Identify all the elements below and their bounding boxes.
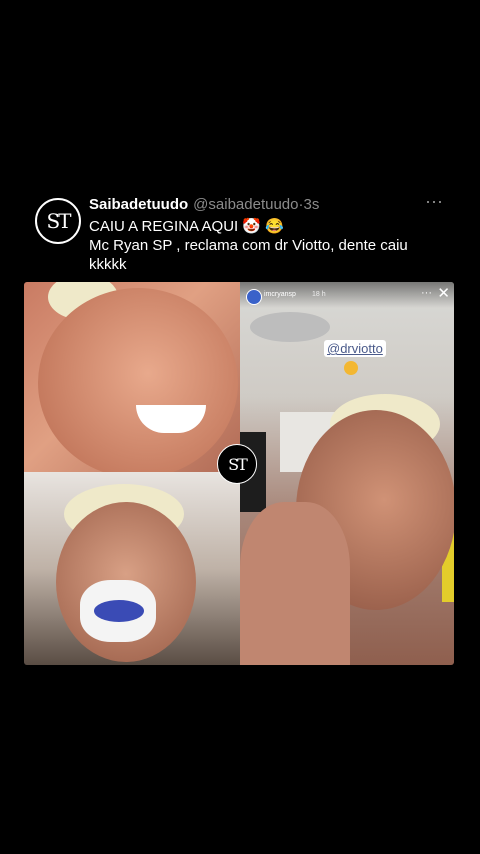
tweet-header: Saibadetuudo @saibadetuudo·3s — [89, 196, 319, 213]
display-name[interactable]: Saibadetuudo — [89, 196, 188, 213]
photo-smiling-man — [24, 282, 240, 472]
instagram-story-screenshot: imcryansp 18 h ··· ✕ @drviotto — [240, 282, 454, 665]
tweet-line-2: Mc Ryan SP , reclama com dr Viotto, dent… — [89, 237, 408, 254]
avatar-logo-text: ST — [46, 209, 71, 233]
story-header: imcryansp 18 h ··· ✕ — [240, 282, 454, 308]
timestamp: 3s — [303, 196, 320, 213]
face — [38, 288, 238, 472]
blue-teeth — [94, 600, 144, 622]
hand — [240, 502, 350, 665]
story-time: 18 h — [312, 291, 326, 298]
photo-dental-chair — [24, 472, 240, 665]
tweet-text: CAIU A REGINA AQUI 🤡 😂 Mc Ryan SP , recl… — [89, 217, 449, 274]
story-username[interactable]: imcryansp — [264, 291, 296, 298]
emoji-sticker-icon — [344, 361, 358, 375]
watermark-logo: ST — [217, 444, 257, 484]
story-avatar[interactable] — [246, 289, 262, 305]
tweet-line-1: CAIU A REGINA AQUI 🤡 😂 — [89, 218, 284, 235]
ceiling-lamp — [250, 312, 330, 342]
tweet-line-3: kkkkk — [89, 256, 127, 273]
user-handle[interactable]: @saibadetuudo·3s — [193, 196, 319, 213]
handle-text: @saibadetuudo — [193, 196, 299, 213]
profile-avatar[interactable]: ST — [35, 198, 81, 244]
tweet-media[interactable]: imcryansp 18 h ··· ✕ @drviotto ST — [24, 282, 454, 665]
more-options-icon[interactable]: ⋯ — [425, 192, 444, 213]
mention-sticker[interactable]: @drviotto — [324, 340, 386, 357]
story-close-icon[interactable]: ✕ — [437, 284, 450, 302]
watermark-text: ST — [228, 454, 248, 474]
story-more-icon[interactable]: ··· — [421, 287, 432, 299]
